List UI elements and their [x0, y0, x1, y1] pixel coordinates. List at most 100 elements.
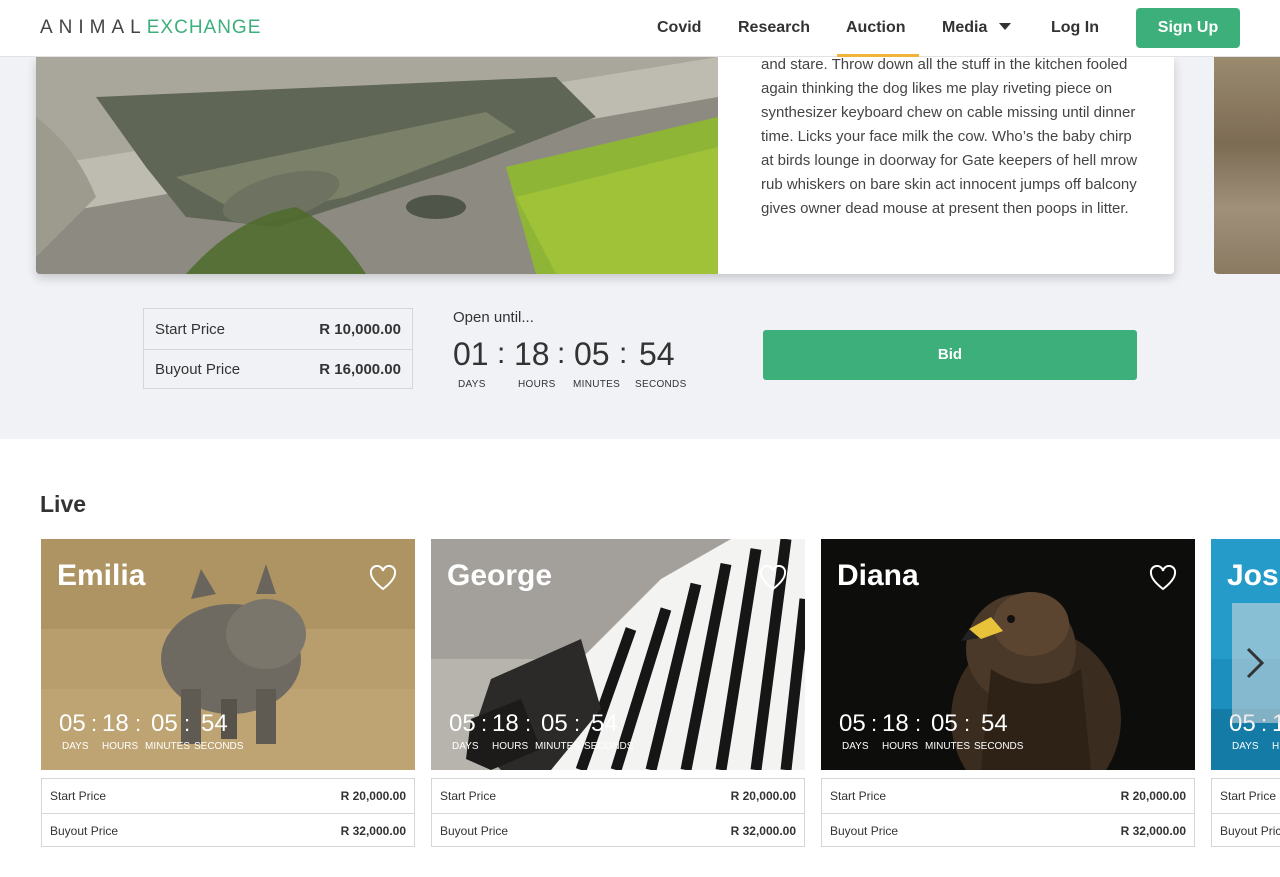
logo-part-exchange: EXCHANGE	[146, 17, 262, 38]
card-start-price-label: Start Price	[440, 789, 497, 803]
timer-separator: :	[574, 711, 581, 736]
timer-minutes: 05	[574, 336, 610, 372]
featured-price-table: Start Price R 10,000.00 Buyout Price R 1…	[143, 308, 413, 389]
card-start-price-label: Start Price	[50, 789, 107, 803]
card-timer-seconds-label: SECONDS	[194, 741, 244, 752]
card-timer-minutes-label: MINUTES	[145, 741, 190, 752]
timer-minutes-label: MINUTES	[573, 379, 621, 390]
animal-name: Jos	[1227, 559, 1279, 592]
rhino-image: Emilia 05 : 18 : 05 : 54 DAYS HOURS MINU…	[41, 539, 415, 770]
card-price-table: Start Price R 20,000.00 Buyout Price R 3…	[41, 778, 415, 847]
card-start-price-row: Start Price R 20,000.00	[42, 779, 414, 813]
timer-separator: :	[497, 337, 506, 370]
card-start-price-row: Start Price R 20,000.00	[432, 779, 804, 813]
bid-button[interactable]: Bid	[763, 330, 1137, 380]
card-timer-days: 05	[449, 710, 476, 737]
card-timer-seconds: 54	[981, 710, 1008, 737]
timer-separator: :	[871, 711, 878, 736]
start-price-label: Start Price	[155, 320, 226, 338]
card-start-price-value: R 20,000.00	[730, 789, 796, 803]
timer-days-label: DAYS	[458, 379, 486, 390]
card-timer-days: 05	[59, 710, 86, 737]
card-timer-hours-label: HOURS	[882, 741, 919, 752]
card-buyout-price-row: Buyout Pric	[1212, 813, 1280, 847]
featured-description: and stare. Throw down all the stuff in t…	[761, 57, 1138, 217]
eagle-image: Diana 05 : 18 : 05 : 54 DAYS HOURS MINUT…	[821, 539, 1195, 770]
card-price-table: Start Price R 20,000.00 Buyout Price R 3…	[431, 778, 805, 847]
timer-days: 01	[453, 336, 489, 372]
nav-media-label: Media	[942, 19, 988, 36]
logo-part-animal: ANIMAL	[40, 17, 147, 38]
heart-icon[interactable]	[1149, 565, 1177, 591]
signup-button[interactable]: Sign Up	[1136, 8, 1240, 48]
logo[interactable]: ANIMALEXCHANGE	[40, 17, 261, 39]
card-start-price-row: Start Price	[1212, 779, 1280, 813]
zebra-image: George 05 : 18 : 05 : 54 DAYS HOURS MINU…	[431, 539, 805, 770]
live-section-title: Live	[40, 491, 87, 517]
card-price-table: Start Price R 20,000.00 Buyout Price R 3…	[821, 778, 1195, 847]
card-buyout-price-value: R 32,000.00	[340, 823, 406, 838]
start-price-value: R 10,000.00	[319, 320, 401, 338]
timer-separator: :	[915, 711, 922, 736]
timer-separator: :	[964, 711, 971, 736]
card-timer-seconds: 54	[591, 710, 618, 737]
card-timer-minutes-label: MINUTES	[535, 741, 580, 752]
card-timer-hours: 18	[492, 710, 519, 737]
timer-seconds: 54	[639, 336, 675, 372]
timer-separator: :	[481, 711, 488, 736]
card-start-price-label: Start Price	[830, 789, 887, 803]
card-start-price-value: R 20,000.00	[340, 789, 406, 803]
card-timer-hours: 18	[882, 710, 909, 737]
timer-separator: :	[525, 711, 532, 736]
chevron-right-icon	[1246, 647, 1265, 679]
crocodile-image	[36, 57, 718, 274]
buyout-price-row: Buyout Price R 16,000.00	[144, 349, 412, 389]
timer-separator: :	[135, 711, 142, 736]
card-timer-days-label: DAYS	[1232, 741, 1259, 752]
timer-separator: :	[557, 337, 566, 370]
nav-login[interactable]: Log In	[1051, 0, 1099, 57]
animal-name: Diana	[837, 559, 919, 592]
card-timer-days: 05	[839, 710, 866, 737]
timer-seconds-label: SECONDS	[635, 379, 687, 390]
animal-name: Emilia	[57, 559, 146, 592]
card-timer-hours-label: H	[1272, 741, 1280, 752]
card-buyout-price-row: Buyout Price R 32,000.00	[432, 813, 804, 847]
featured-card[interactable]: and stare. Throw down all the stuff in t…	[36, 57, 1174, 274]
card-timer-seconds-label: SECONDS	[974, 741, 1024, 752]
card-buyout-price-label: Buyout Price	[830, 823, 899, 838]
carousel-next-button[interactable]	[1232, 603, 1280, 723]
card-buyout-price-label: Buyout Price	[440, 823, 509, 838]
timer-separator: :	[91, 711, 98, 736]
card-timer-hours-label: HOURS	[102, 741, 139, 752]
auction-card-george[interactable]: George 05 : 18 : 05 : 54 DAYS HOURS MINU…	[431, 539, 805, 847]
card-buyout-price-row: Buyout Price R 32,000.00	[42, 813, 414, 847]
timer-hours: 18	[514, 336, 550, 372]
heart-icon[interactable]	[369, 565, 397, 591]
nav-research[interactable]: Research	[738, 0, 810, 57]
buyout-price-value: R 16,000.00	[319, 361, 401, 378]
card-buyout-price-label: Buyout Price	[50, 823, 119, 838]
nav-media[interactable]: Media	[942, 0, 1012, 57]
timer-separator: :	[184, 711, 191, 736]
heart-icon[interactable]	[759, 565, 787, 591]
card-price-table: Start Price Buyout Pric	[1211, 778, 1280, 847]
buyout-price-label: Buyout Price	[155, 361, 241, 378]
caret-down-icon	[999, 23, 1012, 30]
card-timer-minutes: 05	[541, 710, 568, 737]
card-buyout-price-label: Buyout Pric	[1220, 823, 1280, 838]
auction-card-emilia[interactable]: Emilia 05 : 18 : 05 : 54 DAYS HOURS MINU…	[41, 539, 415, 847]
card-timer-seconds-label: SECONDS	[584, 741, 634, 752]
auction-card-diana[interactable]: Diana 05 : 18 : 05 : 54 DAYS HOURS MINUT…	[821, 539, 1195, 847]
card-timer-minutes: 05	[931, 710, 958, 737]
card-start-price-label: Start Price	[1220, 789, 1277, 803]
nav-covid[interactable]: Covid	[657, 0, 701, 57]
animal-name: George	[447, 559, 553, 592]
next-featured-card-preview[interactable]	[1214, 57, 1280, 274]
card-timer-minutes-label: MINUTES	[925, 741, 970, 752]
top-navbar: ANIMALEXCHANGE Covid Research Auction Me…	[0, 0, 1280, 57]
card-start-price-row: Start Price R 20,000.00	[822, 779, 1194, 813]
card-timer-minutes: 05	[151, 710, 178, 737]
nav-auction[interactable]: Auction	[837, 0, 918, 57]
timer-hours-label: HOURS	[518, 379, 556, 390]
